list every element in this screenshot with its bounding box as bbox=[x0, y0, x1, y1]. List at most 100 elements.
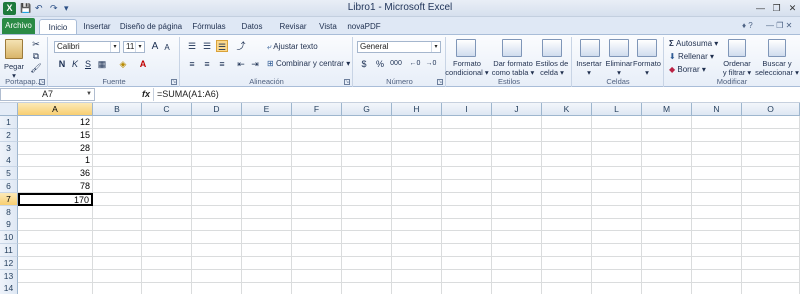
insert-cells-button[interactable]: Insertar ▾ bbox=[573, 59, 605, 77]
copy-icon[interactable]: ⧉ bbox=[30, 50, 42, 62]
cell-m10[interactable] bbox=[642, 231, 692, 245]
cell-e4[interactable] bbox=[242, 154, 292, 168]
cell-e12[interactable] bbox=[242, 256, 292, 270]
cell-f4[interactable] bbox=[292, 154, 342, 168]
cell-g7[interactable] bbox=[342, 192, 392, 206]
cell-d7[interactable] bbox=[192, 192, 242, 206]
column-header-o[interactable]: O bbox=[742, 103, 800, 116]
cell-e13[interactable] bbox=[242, 269, 292, 283]
cell-i14[interactable] bbox=[442, 282, 492, 294]
row-header-9[interactable]: 9 bbox=[0, 218, 18, 232]
ribbon-minimize-icon[interactable]: — ❐ ✕ bbox=[766, 20, 792, 31]
column-header-c[interactable]: C bbox=[142, 103, 192, 116]
cell-h10[interactable] bbox=[392, 231, 442, 245]
cell-n9[interactable] bbox=[692, 218, 742, 232]
cell-n11[interactable] bbox=[692, 244, 742, 257]
cell-f3[interactable] bbox=[292, 141, 342, 155]
format-cells-icon[interactable] bbox=[637, 39, 657, 57]
decrease-decimal-icon[interactable]: →0 bbox=[425, 58, 437, 70]
cell-styles-button[interactable]: Estilos de celda ▾ bbox=[534, 59, 570, 77]
cell-e2[interactable] bbox=[242, 128, 292, 142]
cell-m7[interactable] bbox=[642, 192, 692, 206]
cell-l1[interactable] bbox=[592, 116, 642, 129]
cell-b10[interactable] bbox=[93, 231, 142, 245]
cell-j7[interactable] bbox=[492, 192, 542, 206]
cell-d10[interactable] bbox=[192, 231, 242, 245]
cell-k6[interactable] bbox=[542, 180, 592, 193]
cell-c8[interactable] bbox=[142, 205, 192, 219]
cell-m4[interactable] bbox=[642, 154, 692, 168]
name-box[interactable]: A7 bbox=[0, 88, 95, 101]
cell-d1[interactable] bbox=[192, 116, 242, 129]
cell-h7[interactable] bbox=[392, 192, 442, 206]
cell-j4[interactable] bbox=[492, 154, 542, 168]
cell-f6[interactable] bbox=[292, 180, 342, 193]
row-header-6[interactable]: 6 bbox=[0, 180, 18, 193]
cell-k7[interactable] bbox=[542, 192, 592, 206]
cell-j11[interactable] bbox=[492, 244, 542, 257]
cell-a3[interactable]: 28 bbox=[18, 141, 93, 155]
cell-c13[interactable] bbox=[142, 269, 192, 283]
tab-insert[interactable]: Insertar bbox=[78, 19, 116, 34]
thousands-icon[interactable]: 000 bbox=[387, 58, 405, 70]
row-header-5[interactable]: 5 bbox=[0, 167, 18, 181]
cell-j10[interactable] bbox=[492, 231, 542, 245]
cell-b2[interactable] bbox=[93, 128, 142, 142]
cell-h2[interactable] bbox=[392, 128, 442, 142]
cell-o14[interactable] bbox=[742, 282, 800, 294]
column-header-k[interactable]: K bbox=[542, 103, 592, 116]
cell-d12[interactable] bbox=[192, 256, 242, 270]
cell-a9[interactable] bbox=[18, 218, 93, 232]
tab-home[interactable]: Inicio bbox=[39, 19, 77, 34]
align-middle-icon[interactable]: ☰ bbox=[201, 40, 213, 52]
cell-b3[interactable] bbox=[93, 141, 142, 155]
cell-m5[interactable] bbox=[642, 167, 692, 181]
cell-e3[interactable] bbox=[242, 141, 292, 155]
currency-icon[interactable]: $ bbox=[358, 58, 370, 70]
cell-h8[interactable] bbox=[392, 205, 442, 219]
cell-d13[interactable] bbox=[192, 269, 242, 283]
row-header-12[interactable]: 12 bbox=[0, 256, 18, 270]
cell-j9[interactable] bbox=[492, 218, 542, 232]
tab-page-layout[interactable]: Diseño de página bbox=[117, 19, 185, 34]
cell-j13[interactable] bbox=[492, 269, 542, 283]
cell-a6[interactable]: 78 bbox=[18, 180, 93, 193]
format-as-table-icon[interactable] bbox=[502, 39, 522, 57]
cell-m13[interactable] bbox=[642, 269, 692, 283]
row-header-11[interactable]: 11 bbox=[0, 244, 18, 257]
cell-o8[interactable] bbox=[742, 205, 800, 219]
font-color-icon[interactable]: A bbox=[137, 58, 149, 70]
cell-a10[interactable] bbox=[18, 231, 93, 245]
cell-o13[interactable] bbox=[742, 269, 800, 283]
font-family-select[interactable]: Calibri ▾ bbox=[54, 41, 120, 53]
cell-o7[interactable] bbox=[742, 192, 800, 206]
cell-d14[interactable] bbox=[192, 282, 242, 294]
cell-j8[interactable] bbox=[492, 205, 542, 219]
column-header-g[interactable]: G bbox=[342, 103, 392, 116]
cell-l7[interactable] bbox=[592, 192, 642, 206]
tab-novapdf[interactable]: novaPDF bbox=[344, 19, 384, 34]
cell-b7[interactable] bbox=[93, 192, 142, 206]
cell-g1[interactable] bbox=[342, 116, 392, 129]
cell-c11[interactable] bbox=[142, 244, 192, 257]
help-icon[interactable]: ♦ ? bbox=[742, 20, 753, 31]
cell-e6[interactable] bbox=[242, 180, 292, 193]
paste-button[interactable]: Pegar bbox=[2, 62, 26, 71]
cell-c12[interactable] bbox=[142, 256, 192, 270]
cell-i8[interactable] bbox=[442, 205, 492, 219]
column-header-h[interactable]: H bbox=[392, 103, 442, 116]
cell-b9[interactable] bbox=[93, 218, 142, 232]
cell-g14[interactable] bbox=[342, 282, 392, 294]
cell-i9[interactable] bbox=[442, 218, 492, 232]
cell-g8[interactable] bbox=[342, 205, 392, 219]
restore-icon[interactable]: ❐ bbox=[770, 2, 783, 14]
column-header-j[interactable]: J bbox=[492, 103, 542, 116]
decrease-indent-icon[interactable]: ⇤ bbox=[235, 58, 247, 70]
shrink-font-icon[interactable]: A bbox=[161, 42, 173, 54]
cell-g3[interactable] bbox=[342, 141, 392, 155]
cell-i12[interactable] bbox=[442, 256, 492, 270]
cell-a2[interactable]: 15 bbox=[18, 128, 93, 142]
cell-k13[interactable] bbox=[542, 269, 592, 283]
cell-i6[interactable] bbox=[442, 180, 492, 193]
row-header-13[interactable]: 13 bbox=[0, 269, 18, 283]
